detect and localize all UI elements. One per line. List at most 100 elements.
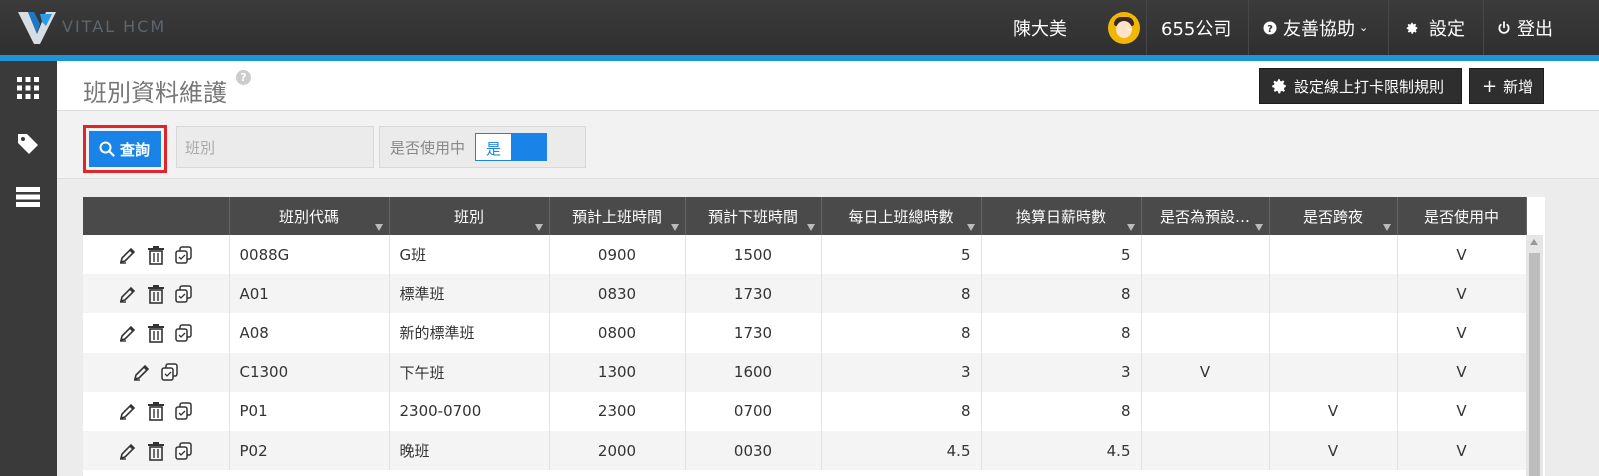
add-label: 新增 [1503, 77, 1534, 96]
shift-filter-input[interactable]: 班別 [176, 126, 374, 168]
column-header[interactable]: 預計下班時間 [685, 197, 822, 235]
settings-label: 設定 [1429, 18, 1465, 40]
search-icon [99, 141, 115, 157]
cell-end: 0700 [685, 391, 822, 431]
help-chevron-down-icon: ⌄ [1359, 21, 1369, 34]
cell-default [1141, 313, 1270, 353]
cell-overnight [1269, 313, 1398, 353]
table-row[interactable]: A08 新的標準班 0800 1730 8 8 V [83, 313, 1527, 353]
cell-daily: 8 [981, 274, 1142, 314]
edit-pencil-icon[interactable] [117, 244, 139, 266]
user-menu-chevron-down-icon[interactable]: ⌄ [1121, 0, 1134, 55]
column-filter-icon[interactable] [534, 224, 543, 231]
cell-active: V [1397, 430, 1527, 471]
column-filter-icon[interactable] [1254, 224, 1263, 231]
cell-daily: 3 [981, 352, 1142, 392]
edit-pencil-icon[interactable] [131, 361, 153, 383]
edit-pencil-icon[interactable] [117, 322, 139, 344]
copy-icon[interactable] [173, 400, 195, 422]
cell-daily: 8 [981, 313, 1142, 353]
page-help-icon[interactable]: ? [236, 70, 251, 85]
column-header[interactable]: 預計上班時間 [549, 197, 686, 235]
cell-default [1141, 274, 1270, 314]
toggle-knob[interactable] [511, 134, 547, 160]
column-header[interactable]: 是否使用中 [1397, 197, 1527, 235]
vital-logo-icon[interactable] [16, 8, 58, 46]
help-icon: ? [1263, 21, 1277, 35]
page-title: 班別資料維護 [83, 79, 227, 107]
row-actions [83, 391, 230, 431]
column-header[interactable]: 班別代碼 [229, 197, 390, 235]
search-label: 查詢 [120, 140, 151, 159]
search-button[interactable]: 查詢 [89, 131, 161, 167]
help-menu[interactable]: ? 友善協助 ⌄ [1263, 0, 1368, 55]
settings-link[interactable]: 設定 [1405, 0, 1465, 55]
column-filter-icon[interactable] [1126, 224, 1135, 231]
cell-daily: 5 [981, 235, 1142, 275]
delete-trash-icon[interactable] [145, 400, 167, 422]
column-filter-icon[interactable] [670, 224, 679, 231]
copy-icon[interactable] [159, 361, 181, 383]
user-name[interactable]: 陳大美 [1013, 0, 1067, 55]
column-header[interactable]: 班別 [389, 197, 550, 235]
tag-icon[interactable] [15, 131, 41, 157]
column-filter-icon[interactable] [966, 224, 975, 231]
scroll-thumb[interactable] [1529, 253, 1540, 476]
gear-icon [1272, 79, 1286, 94]
active-toggle-value: 是 [486, 140, 502, 158]
grid-icon[interactable] [15, 75, 41, 101]
cell-start: 2000 [549, 430, 686, 471]
delete-trash-icon[interactable] [145, 283, 167, 305]
table-row[interactable]: C1300 下午班 1300 1600 3 3 V V [83, 352, 1527, 392]
delete-trash-icon[interactable] [145, 244, 167, 266]
cell-hours: 5 [821, 235, 982, 275]
copy-icon[interactable] [173, 322, 195, 344]
cell-end: 1730 [685, 274, 822, 314]
row-actions [83, 430, 230, 471]
table-scrollbar[interactable] [1526, 235, 1543, 476]
add-button[interactable]: + 新增 [1469, 68, 1544, 104]
plus-icon: + [1482, 75, 1498, 97]
server-icon[interactable] [15, 184, 41, 210]
cell-name: 晚班 [389, 430, 550, 471]
cell-start: 2300 [549, 391, 686, 431]
cell-name: G班 [389, 235, 550, 275]
cell-hours: 8 [821, 391, 982, 431]
delete-trash-icon[interactable] [145, 322, 167, 344]
column-filter-icon[interactable] [806, 224, 815, 231]
cell-hours: 4.5 [821, 430, 982, 471]
cell-end: 1600 [685, 352, 822, 392]
copy-icon[interactable] [173, 440, 195, 462]
help-label: 友善協助 [1283, 18, 1355, 40]
cell-name: 下午班 [389, 352, 550, 392]
copy-icon[interactable] [173, 283, 195, 305]
column-header[interactable]: 是否為預設… [1141, 197, 1270, 235]
column-header[interactable]: 每日上班總時數 [821, 197, 982, 235]
edit-pencil-icon[interactable] [117, 440, 139, 462]
left-sidebar [0, 61, 57, 476]
table-row[interactable]: P02 晚班 2000 0030 4.5 4.5 V V [83, 430, 1527, 471]
copy-icon[interactable] [173, 244, 195, 266]
cell-start: 1300 [549, 352, 686, 392]
delete-trash-icon[interactable] [145, 440, 167, 462]
company-name[interactable]: 655公司 [1161, 0, 1231, 55]
logout-label: 登出 [1517, 18, 1553, 40]
column-filter-icon[interactable] [1382, 224, 1391, 231]
table-row[interactable]: P01 2300-0700 2300 0700 8 8 V V [83, 391, 1527, 431]
column-filter-icon[interactable] [374, 224, 383, 231]
logout-link[interactable]: 登出 [1497, 0, 1553, 55]
edit-pencil-icon[interactable] [117, 283, 139, 305]
column-header[interactable]: 換算日薪時數 [981, 197, 1142, 235]
table-row[interactable]: A01 標準班 0830 1730 8 8 V [83, 274, 1527, 314]
column-header[interactable]: 是否跨夜 [1269, 197, 1398, 235]
scroll-up-arrow-icon[interactable] [1530, 239, 1538, 245]
column-header-label: 是否使用中 [1423, 207, 1499, 226]
edit-pencil-icon[interactable] [117, 400, 139, 422]
cell-daily: 8 [981, 391, 1142, 431]
table-row[interactable]: 0088G G班 0900 1500 5 5 V [83, 235, 1527, 275]
active-toggle[interactable]: 是 [475, 133, 547, 161]
column-header-label: 預計下班時間 [707, 207, 798, 226]
clock-in-rules-button[interactable]: 設定線上打卡限制規則 [1259, 68, 1462, 104]
power-icon [1498, 20, 1510, 34]
table-header-row: 班別代碼 班別 預計上班時間 預計下班時間 每日上班總時數 換算日薪時數 是否為預設… 是否跨… [83, 197, 1527, 235]
